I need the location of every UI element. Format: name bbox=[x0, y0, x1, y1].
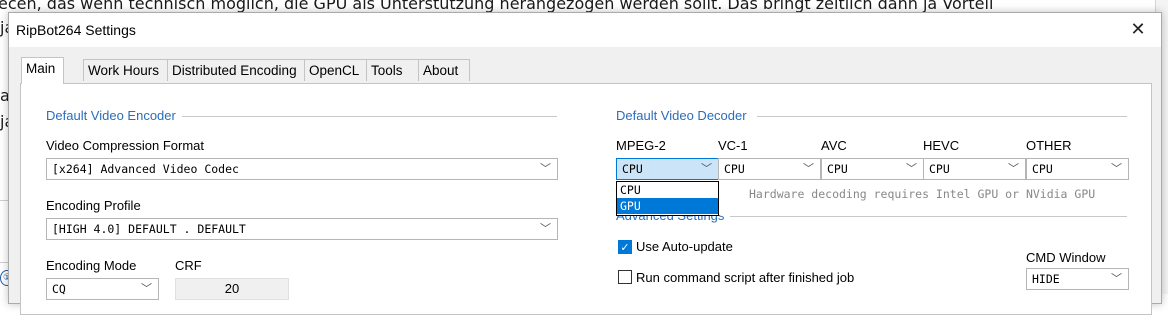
hevc-label: HEVC bbox=[923, 138, 960, 153]
crf-label: CRF bbox=[175, 258, 202, 273]
chevron-down-icon: ﹀ bbox=[906, 162, 917, 175]
chevron-down-icon: ﹀ bbox=[540, 222, 551, 235]
format-value: [x264] Advanced Video Codec bbox=[52, 162, 239, 176]
avc-label: AVC bbox=[821, 138, 847, 153]
chevron-down-icon: ﹀ bbox=[803, 162, 814, 175]
profile-value: [HIGH 4.0] DEFAULT . DEFAULT bbox=[52, 222, 246, 236]
mpeg2-decoder-select[interactable]: CPU ﹀ bbox=[616, 158, 719, 180]
vc1-decoder-select[interactable]: CPU ﹀ bbox=[718, 158, 821, 180]
dropdown-option-cpu[interactable]: CPU bbox=[617, 182, 718, 198]
mode-label: Encoding Mode bbox=[46, 258, 137, 273]
dropdown-option-gpu[interactable]: GPU bbox=[617, 198, 718, 214]
window-title: RipBot264 Settings bbox=[16, 22, 136, 38]
tab-tools[interactable]: Tools bbox=[366, 59, 419, 81]
run-script-label: Run command script after finished job bbox=[636, 270, 855, 285]
group-divider bbox=[161, 116, 557, 117]
chevron-down-icon: ﹀ bbox=[701, 162, 712, 175]
chevron-down-icon: ﹀ bbox=[141, 282, 152, 295]
auto-update-label: Use Auto-update bbox=[636, 239, 733, 254]
profile-label: Encoding Profile bbox=[46, 198, 141, 213]
hevc-decoder-select[interactable]: CPU ﹀ bbox=[923, 158, 1026, 180]
tab-work-hours[interactable]: Work Hours bbox=[83, 59, 168, 81]
mpeg2-label: MPEG-2 bbox=[616, 138, 666, 153]
mode-select[interactable]: CQ ﹀ bbox=[46, 278, 159, 300]
vc1-label: VC-1 bbox=[718, 138, 748, 153]
decoder-hint: Hardware decoding requires Intel GPU or … bbox=[749, 187, 1096, 201]
cmd-window-label: CMD Window bbox=[1026, 250, 1106, 265]
profile-select[interactable]: [HIGH 4.0] DEFAULT . DEFAULT ﹀ bbox=[46, 218, 558, 240]
other-label: OTHER bbox=[1026, 138, 1072, 153]
tab-main[interactable]: Main bbox=[21, 57, 64, 84]
settings-dialog: RipBot264 Settings ✕ Main Work Hours Dis… bbox=[8, 12, 1162, 315]
chevron-down-icon: ﹀ bbox=[540, 162, 551, 175]
run-script-checkbox[interactable] bbox=[618, 270, 632, 284]
decoder-group-title: Default Video Decoder bbox=[616, 108, 753, 123]
group-divider bbox=[757, 116, 1127, 117]
main-tab-panel: Default Video Encoder Video Compression … bbox=[20, 83, 1152, 315]
other-decoder-value: CPU bbox=[1032, 162, 1053, 176]
other-decoder-select[interactable]: CPU ﹀ bbox=[1026, 158, 1129, 180]
cmd-window-select[interactable]: HIDE ﹀ bbox=[1026, 268, 1129, 290]
title-bar: RipBot264 Settings ✕ bbox=[9, 13, 1161, 47]
tab-opencl[interactable]: OpenCL bbox=[304, 59, 367, 81]
decoder-dropdown-list: CPU GPU bbox=[616, 181, 719, 216]
checkmark-icon: ✓ bbox=[620, 241, 630, 254]
avc-decoder-select[interactable]: CPU ﹀ bbox=[821, 158, 924, 180]
encoder-group-title: Default Video Encoder bbox=[46, 108, 182, 123]
chevron-down-icon: ﹀ bbox=[1111, 162, 1122, 175]
chevron-down-icon: ﹀ bbox=[1111, 272, 1122, 285]
auto-update-checkbox[interactable]: ✓ bbox=[618, 240, 632, 254]
chevron-down-icon: ﹀ bbox=[1008, 162, 1019, 175]
tab-about[interactable]: About bbox=[418, 59, 470, 81]
hevc-decoder-value: CPU bbox=[929, 162, 950, 176]
format-label: Video Compression Format bbox=[46, 138, 204, 153]
mpeg2-decoder-value: CPU bbox=[622, 162, 643, 176]
vc1-decoder-value: CPU bbox=[724, 162, 745, 176]
cmd-window-value: HIDE bbox=[1032, 272, 1060, 286]
close-icon[interactable]: ✕ bbox=[1125, 18, 1151, 42]
crf-field[interactable]: 20 bbox=[175, 278, 289, 300]
format-select[interactable]: [x264] Advanced Video Codec ﹀ bbox=[46, 158, 558, 180]
tab-distributed-encoding[interactable]: Distributed Encoding bbox=[167, 59, 305, 81]
avc-decoder-value: CPU bbox=[827, 162, 848, 176]
group-divider bbox=[721, 216, 1127, 217]
